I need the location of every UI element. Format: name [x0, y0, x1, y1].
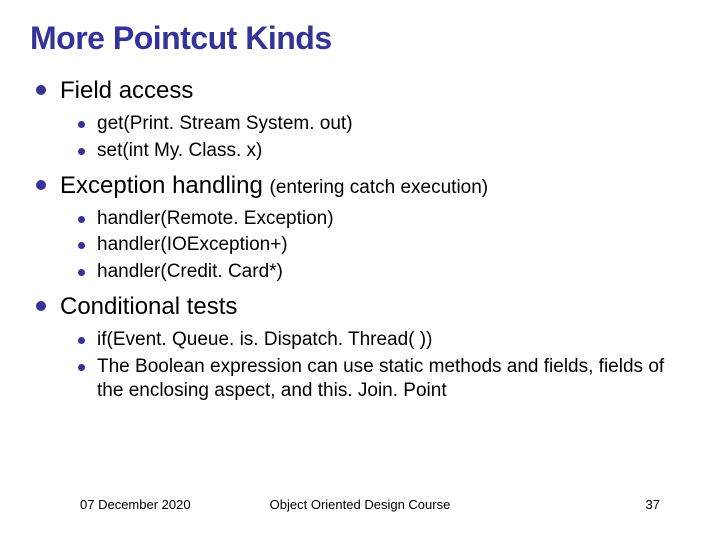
section-field-access: Field access get(Print. Stream System. o… [36, 75, 690, 164]
bullet-icon [36, 301, 46, 311]
section-heading: Conditional tests [60, 291, 237, 322]
bullet-icon [78, 269, 85, 276]
list-item: handler(IOException+) [78, 233, 690, 258]
bullet-icon [78, 242, 85, 249]
section-exception-handling: Exception handling (entering catch execu… [36, 170, 690, 285]
list-item: get(Print. Stream System. out) [78, 112, 690, 137]
sub-item-text: set(int My. Class. x) [97, 139, 262, 164]
sub-item-text: handler(Credit. Card*) [97, 260, 283, 285]
bullet-icon [78, 364, 85, 371]
footer-date: 07 December 2020 [80, 497, 191, 512]
bullet-icon [78, 121, 85, 128]
section-heading: Exception handling (entering catch execu… [60, 170, 488, 201]
list-item: Exception handling (entering catch execu… [36, 170, 690, 201]
sub-item-text: if(Event. Queue. is. Dispatch. Thread( )… [97, 328, 432, 353]
bullet-icon [78, 337, 85, 344]
sub-item-text: get(Print. Stream System. out) [97, 112, 353, 137]
section-conditional-tests: Conditional tests if(Event. Queue. is. D… [36, 291, 690, 404]
bullet-icon [78, 148, 85, 155]
heading-main: Exception handling [60, 172, 263, 199]
sub-item-text: handler(Remote. Exception) [97, 207, 334, 232]
list-item: handler(Remote. Exception) [78, 207, 690, 232]
bullet-icon [78, 216, 85, 223]
bullet-icon [36, 85, 46, 95]
list-item: Field access [36, 75, 690, 106]
slide-footer: 07 December 2020 Object Oriented Design … [0, 497, 720, 512]
section-heading: Field access [60, 75, 193, 106]
sub-item-text: The Boolean expression can use static me… [97, 355, 677, 404]
sub-item-text: handler(IOException+) [97, 233, 288, 258]
slide-title: More Pointcut Kinds [30, 20, 690, 57]
list-item: Conditional tests [36, 291, 690, 322]
slide-content: Field access get(Print. Stream System. o… [30, 75, 690, 404]
list-item: handler(Credit. Card*) [78, 260, 690, 285]
list-item: set(int My. Class. x) [78, 139, 690, 164]
list-item: if(Event. Queue. is. Dispatch. Thread( )… [78, 328, 690, 353]
footer-page-number: 37 [646, 497, 660, 512]
list-item: The Boolean expression can use static me… [78, 355, 690, 404]
bullet-icon [36, 180, 46, 190]
heading-paren: (entering catch execution) [270, 177, 489, 198]
